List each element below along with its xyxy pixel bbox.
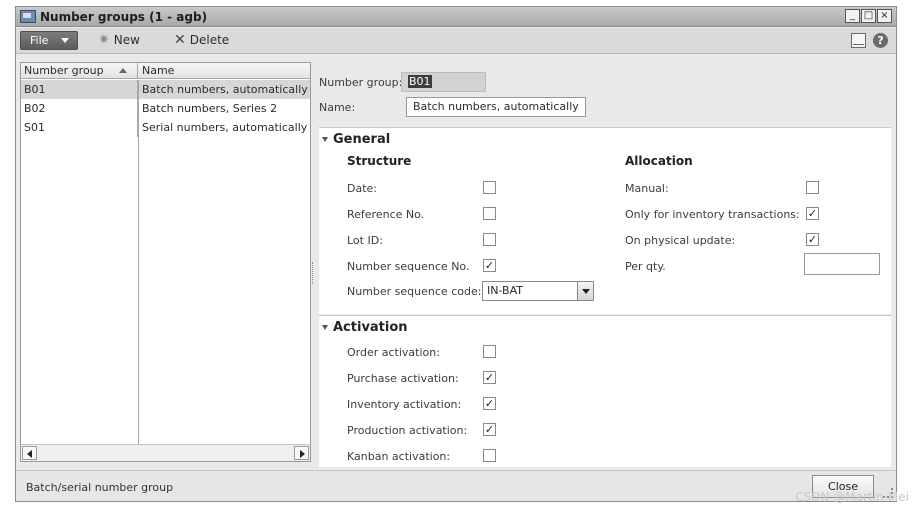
activation-section-title[interactable]: Activation bbox=[333, 320, 408, 335]
kanban-activation-checkbox[interactable] bbox=[483, 449, 496, 462]
horizontal-scrollbar[interactable] bbox=[21, 444, 310, 461]
number-sequence-no-checkbox[interactable]: ✓ bbox=[483, 259, 496, 272]
window-controls: _ □ × bbox=[845, 9, 892, 23]
grid-header: Number group Name bbox=[21, 63, 310, 79]
physical-update-label: On physical update: bbox=[625, 234, 736, 247]
cell-number-group: S01 bbox=[21, 118, 138, 137]
form-icon bbox=[20, 10, 36, 23]
number-group-label: Number group: bbox=[319, 76, 403, 89]
kanban-activation-label: Kanban activation: bbox=[347, 450, 451, 463]
dropdown-arrow-icon[interactable] bbox=[577, 282, 593, 300]
cell-name: Serial numbers, automatically bbox=[142, 121, 308, 134]
per-qty-field[interactable] bbox=[804, 253, 880, 275]
activation-fasttab: Activation Order activation: Purchase ac… bbox=[319, 315, 891, 467]
order-activation-label: Order activation: bbox=[347, 346, 440, 359]
production-activation-checkbox[interactable]: ✓ bbox=[483, 423, 496, 436]
production-activation-label: Production activation: bbox=[347, 424, 468, 437]
collapse-triangle-icon[interactable] bbox=[322, 325, 328, 330]
table-row[interactable]: B02 Batch numbers, Series 2 bbox=[21, 99, 310, 118]
number-sequence-no-label: Number sequence No. bbox=[347, 260, 470, 273]
number-groups-window: Number groups (1 - agb) _ □ × File ✷ New… bbox=[15, 6, 897, 502]
per-qty-label: Per qty. bbox=[625, 260, 666, 273]
general-fasttab: General Structure Date: Reference No. Lo… bbox=[319, 127, 891, 314]
date-label: Date: bbox=[347, 182, 377, 195]
help-icon[interactable]: ? bbox=[873, 33, 888, 48]
general-section-title[interactable]: General bbox=[333, 132, 390, 147]
number-sequence-code-label: Number sequence code: bbox=[347, 285, 482, 298]
detail-pane: Number group: B01 Name: Batch numbers, a… bbox=[316, 62, 891, 467]
table-row[interactable]: S01 Serial numbers, automatically bbox=[21, 118, 310, 137]
new-button[interactable]: ✷ New bbox=[98, 33, 140, 47]
table-row[interactable]: B01 Batch numbers, automatically bbox=[21, 80, 310, 99]
new-star-icon: ✷ bbox=[98, 32, 110, 48]
delete-button-label: Delete bbox=[189, 33, 230, 47]
inventory-transactions-only-checkbox[interactable]: ✓ bbox=[806, 207, 819, 220]
column-divider bbox=[138, 80, 139, 444]
cell-name: Batch numbers, Series 2 bbox=[142, 102, 278, 115]
number-sequence-code-combo[interactable]: IN-BAT bbox=[482, 281, 594, 301]
status-bar: Batch/serial number group Close bbox=[16, 470, 896, 501]
column-header-label: Number group bbox=[24, 64, 104, 77]
sort-ascending-icon bbox=[119, 68, 128, 73]
date-checkbox[interactable] bbox=[483, 181, 496, 194]
collapse-triangle-icon[interactable] bbox=[322, 137, 328, 142]
status-text: Batch/serial number group bbox=[26, 481, 174, 494]
window-title: Number groups (1 - agb) bbox=[40, 10, 208, 24]
reference-no-label: Reference No. bbox=[347, 208, 425, 221]
minimize-button[interactable]: _ bbox=[845, 9, 860, 23]
number-group-field[interactable]: B01 bbox=[401, 72, 486, 92]
column-header-number-group[interactable]: Number group bbox=[21, 63, 138, 78]
chevron-down-icon bbox=[61, 38, 69, 43]
name-field[interactable]: Batch numbers, automatically bbox=[406, 97, 586, 117]
lot-id-checkbox[interactable] bbox=[483, 233, 496, 246]
maximize-button[interactable]: □ bbox=[861, 9, 876, 23]
physical-update-checkbox[interactable]: ✓ bbox=[806, 233, 819, 246]
purchase-activation-checkbox[interactable]: ✓ bbox=[483, 371, 496, 384]
inventory-activation-label: Inventory activation: bbox=[347, 398, 462, 411]
structure-heading: Structure bbox=[347, 154, 412, 168]
cell-name: Batch numbers, automatically bbox=[142, 83, 308, 96]
lot-id-label: Lot ID: bbox=[347, 234, 383, 247]
name-label: Name: bbox=[319, 101, 356, 114]
reference-no-checkbox[interactable] bbox=[483, 207, 496, 220]
grid-body: B01 Batch numbers, automatically B02 Bat… bbox=[21, 80, 310, 444]
inventory-transactions-only-label: Only for inventory transactions: bbox=[625, 208, 800, 221]
new-button-label: New bbox=[113, 33, 140, 47]
file-menu-button[interactable]: File bbox=[20, 31, 78, 50]
column-header-name[interactable]: Name bbox=[138, 63, 310, 78]
order-activation-checkbox[interactable] bbox=[483, 345, 496, 358]
pane-splitter[interactable] bbox=[312, 262, 314, 284]
manual-label: Manual: bbox=[625, 182, 669, 195]
number-group-grid: Number group Name B01 Batch numbers, aut… bbox=[20, 62, 311, 462]
delete-button[interactable]: ✕ Delete bbox=[174, 33, 229, 47]
number-sequence-code-value: IN-BAT bbox=[487, 284, 523, 297]
action-pane: File ✷ New ✕ Delete ? bbox=[16, 28, 896, 54]
title-bar[interactable]: Number groups (1 - agb) _ □ × bbox=[16, 7, 896, 27]
manual-checkbox[interactable] bbox=[806, 181, 819, 194]
file-menu-label: File bbox=[30, 34, 49, 47]
cell-number-group: B01 bbox=[21, 80, 138, 99]
cell-number-group: B02 bbox=[21, 99, 138, 118]
watermark: CSDN @Martin-Mei bbox=[795, 490, 909, 504]
layout-icon[interactable] bbox=[851, 33, 866, 48]
number-group-value: B01 bbox=[408, 75, 432, 88]
scroll-left-icon[interactable] bbox=[22, 446, 37, 460]
scroll-right-icon[interactable] bbox=[294, 446, 309, 460]
close-window-button[interactable]: × bbox=[877, 9, 892, 23]
allocation-heading: Allocation bbox=[625, 154, 693, 168]
purchase-activation-label: Purchase activation: bbox=[347, 372, 459, 385]
delete-x-icon: ✕ bbox=[174, 32, 186, 48]
inventory-activation-checkbox[interactable]: ✓ bbox=[483, 397, 496, 410]
